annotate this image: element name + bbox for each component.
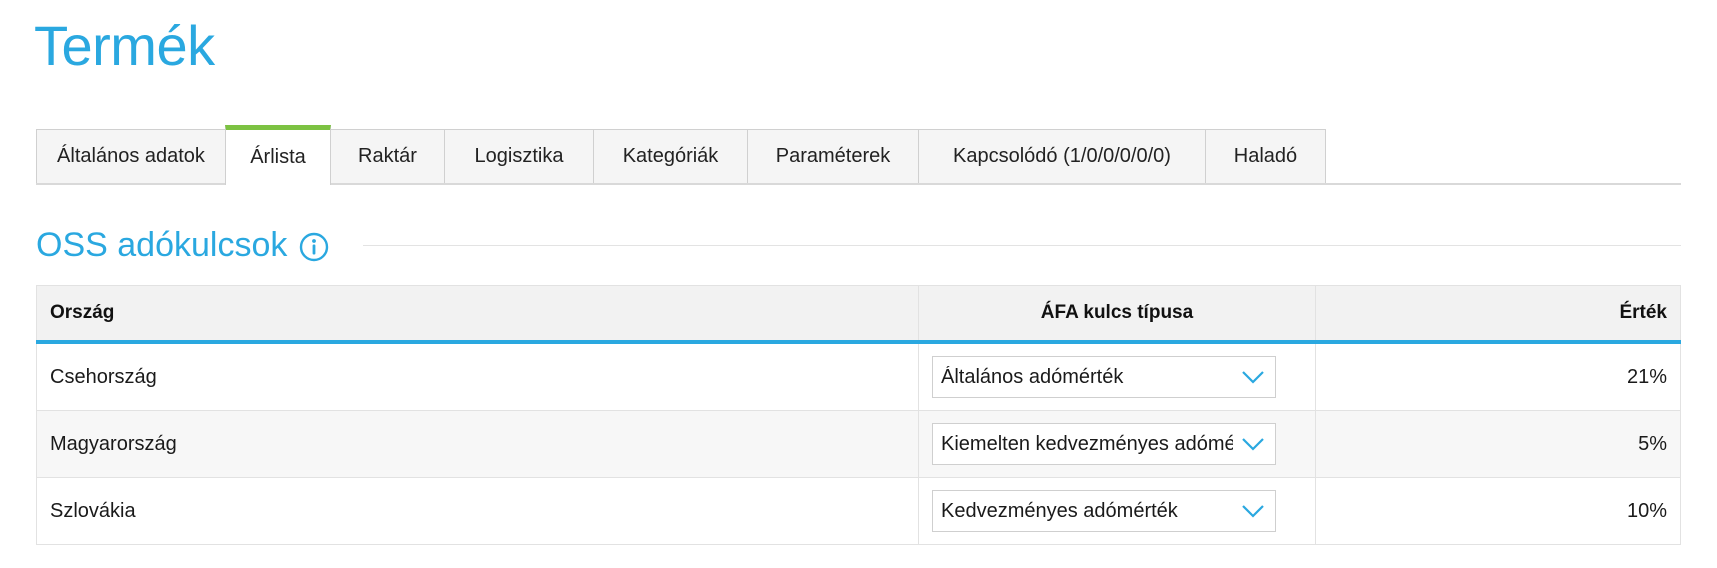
chevron-down-icon bbox=[1242, 371, 1264, 384]
section-divider bbox=[363, 244, 1681, 246]
section-title: OSS adókulcsok bbox=[36, 225, 288, 264]
tab-raktar[interactable]: Raktár bbox=[330, 129, 445, 183]
value-cell: 5% bbox=[1315, 410, 1681, 478]
oss-vat-table: Ország ÁFA kulcs típusa Érték Csehország… bbox=[36, 285, 1681, 545]
country-cell: Csehország bbox=[36, 341, 919, 411]
tab-list: Általános adatok Árlista Raktár Logiszti… bbox=[36, 125, 1681, 185]
vat-type-cell: Általános adómérték bbox=[918, 341, 1316, 411]
table-row: Magyarország Kiemelten kedvezményes adóm… bbox=[36, 410, 1681, 478]
info-circle-icon[interactable] bbox=[299, 232, 329, 262]
table-header-row: Ország ÁFA kulcs típusa Érték bbox=[36, 285, 1681, 344]
vat-type-selected-value: Kedvezményes adómérték bbox=[941, 499, 1178, 522]
vat-type-select[interactable]: Kedvezményes adómérték bbox=[932, 490, 1276, 532]
table-row: Szlovákia Kedvezményes adómérték 10% bbox=[36, 477, 1681, 545]
tab-kapcsolodo[interactable]: Kapcsolódó (1/0/0/0/0/0) bbox=[918, 129, 1206, 183]
table-row: Csehország Általános adómérték 21% bbox=[36, 341, 1681, 411]
section-heading: OSS adókulcsok bbox=[36, 220, 1681, 270]
vat-type-cell: Kedvezményes adómérték bbox=[918, 477, 1316, 545]
tab-bar: Általános adatok Árlista Raktár Logiszti… bbox=[36, 125, 1681, 185]
tab-altalanos-adatok[interactable]: Általános adatok bbox=[36, 129, 226, 183]
vat-type-select[interactable]: Általános adómérték bbox=[932, 356, 1276, 398]
page-title: Termék bbox=[34, 14, 215, 77]
column-header-country[interactable]: Ország bbox=[36, 285, 919, 344]
chevron-down-icon bbox=[1242, 505, 1264, 518]
column-header-vat-type[interactable]: ÁFA kulcs típusa bbox=[918, 285, 1316, 344]
column-header-value[interactable]: Érték bbox=[1315, 285, 1681, 344]
tab-halado[interactable]: Haladó bbox=[1205, 129, 1326, 183]
tab-parameterek[interactable]: Paraméterek bbox=[747, 129, 919, 183]
vat-type-selected-value: Általános adómérték bbox=[941, 365, 1124, 388]
vat-type-cell: Kiemelten kedvezményes adómé bbox=[918, 410, 1316, 478]
country-cell: Magyarország bbox=[36, 410, 919, 478]
vat-type-selected-value: Kiemelten kedvezményes adómé bbox=[941, 432, 1233, 455]
vat-type-select[interactable]: Kiemelten kedvezményes adómé bbox=[932, 423, 1276, 465]
tab-logisztika[interactable]: Logisztika bbox=[444, 129, 594, 183]
tab-arlista[interactable]: Árlista bbox=[225, 125, 331, 185]
tab-kategoriak[interactable]: Kategóriák bbox=[593, 129, 748, 183]
country-cell: Szlovákia bbox=[36, 477, 919, 545]
value-cell: 21% bbox=[1315, 341, 1681, 411]
value-cell: 10% bbox=[1315, 477, 1681, 545]
chevron-down-icon bbox=[1242, 438, 1264, 451]
